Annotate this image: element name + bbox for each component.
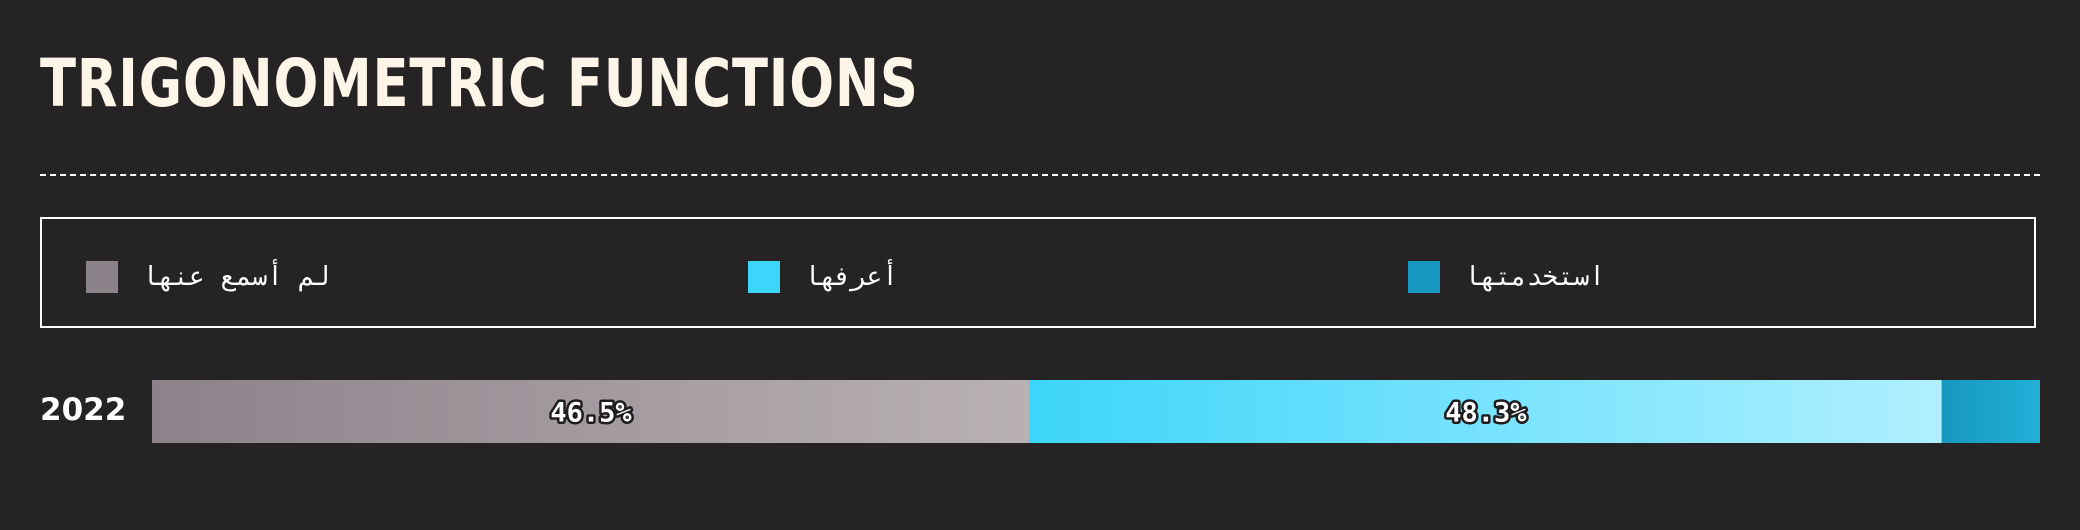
stacked-bar-chart: 46.5% 48.3%	[152, 380, 2040, 443]
bar-segment-used-it-2022	[1941, 380, 2040, 443]
data-label-never-heard-2022: 46.5%	[550, 398, 632, 429]
data-label-know-it-2022: 48.3%	[1445, 398, 1527, 429]
